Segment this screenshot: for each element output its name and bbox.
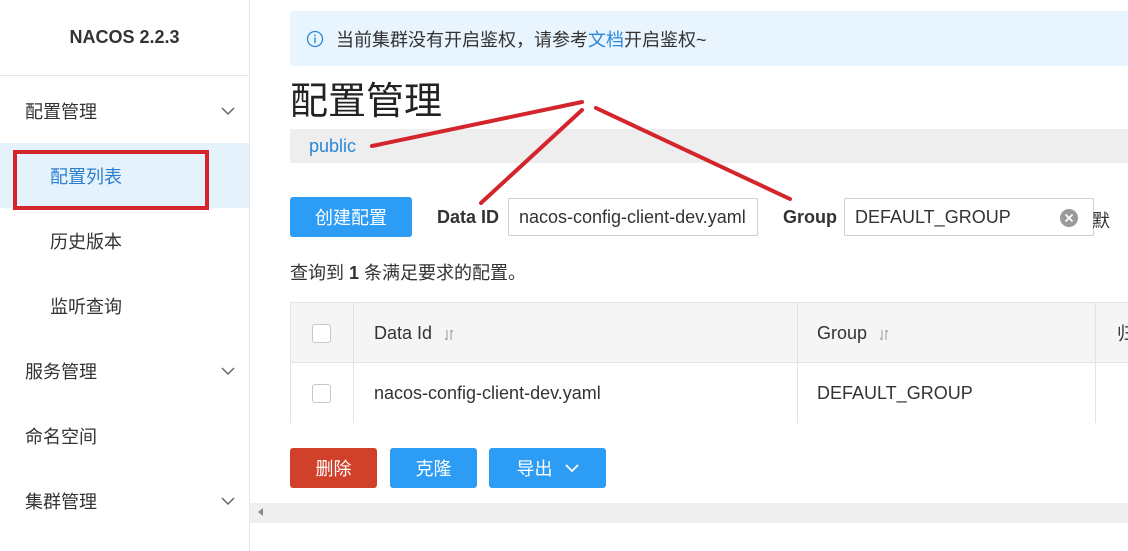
column-header-label: 归 bbox=[1117, 324, 1128, 344]
sort-icon[interactable] bbox=[879, 329, 889, 341]
clear-icon[interactable] bbox=[1059, 208, 1079, 228]
menu-service-management-label: 服务管理 bbox=[25, 361, 97, 382]
table-row[interactable]: nacos-config-client-dev.yaml DEFAULT_GRO… bbox=[291, 363, 1128, 423]
menu-service-management[interactable]: 服务管理 bbox=[0, 338, 249, 403]
result-prefix: 查询到 bbox=[290, 263, 344, 283]
scroll-left-arrow-icon[interactable] bbox=[258, 508, 263, 516]
cell-group: DEFAULT_GROUP bbox=[817, 382, 973, 403]
namespace-tab-public[interactable]: public bbox=[309, 136, 356, 157]
group-input[interactable]: DEFAULT_GROUP bbox=[844, 198, 1094, 236]
namespace-bar: public bbox=[290, 129, 1128, 163]
chevron-down-icon bbox=[221, 367, 235, 376]
column-header-group[interactable]: Group bbox=[817, 303, 889, 363]
column-divider bbox=[353, 303, 354, 423]
column-divider bbox=[797, 303, 798, 423]
group-input-value: DEFAULT_GROUP bbox=[855, 206, 1011, 227]
chevron-down-icon bbox=[221, 497, 235, 506]
column-header-label: Data Id bbox=[374, 322, 433, 343]
menu-cluster-management-label: 集群管理 bbox=[25, 491, 97, 512]
menu-namespace[interactable]: 命名空间 bbox=[0, 403, 249, 468]
sidebar-item-label: 历史版本 bbox=[50, 231, 122, 252]
docs-link[interactable]: 文档 bbox=[588, 26, 624, 52]
sidebar-item-history[interactable]: 历史版本 bbox=[0, 208, 249, 273]
chevron-down-icon bbox=[221, 107, 235, 116]
menu-config-management-label: 配置管理 bbox=[25, 101, 97, 122]
info-icon bbox=[306, 30, 324, 47]
table-header: Data Id Group 归 bbox=[291, 303, 1128, 363]
sidebar-item-label: 配置列表 bbox=[50, 166, 122, 187]
auth-notice: 当前集群没有开启鉴权，请参考 文档 开启鉴权~ bbox=[290, 11, 1128, 66]
config-table: Data Id Group 归 nacos-config-client-dev.… bbox=[290, 302, 1128, 423]
export-button-label: 导出 bbox=[516, 459, 553, 479]
dataid-input-value: nacos-config-client-dev.yaml bbox=[519, 206, 746, 227]
app-logo: NACOS 2.2.3 bbox=[0, 0, 249, 76]
dataid-input[interactable]: nacos-config-client-dev.yaml bbox=[508, 198, 758, 236]
row-checkbox[interactable] bbox=[312, 383, 331, 403]
select-all-checkbox[interactable] bbox=[312, 323, 331, 343]
result-suffix: 条满足要求的配置。 bbox=[364, 263, 527, 283]
menu-namespace-label: 命名空间 bbox=[25, 426, 97, 447]
sidebar: NACOS 2.2.3 配置管理 配置列表 历史版本 监听查询 服务管理 命名空… bbox=[0, 0, 250, 551]
create-config-button[interactable]: 创建配置 bbox=[290, 197, 412, 237]
cell-dataid: nacos-config-client-dev.yaml bbox=[374, 382, 601, 403]
sidebar-item-listener-query[interactable]: 监听查询 bbox=[0, 273, 249, 338]
select-all-cell bbox=[312, 303, 332, 363]
column-divider bbox=[1095, 303, 1096, 423]
row-select-cell bbox=[312, 363, 332, 423]
sidebar-item-config-list[interactable]: 配置列表 bbox=[0, 143, 249, 208]
menu-cluster-management[interactable]: 集群管理 bbox=[0, 468, 249, 533]
column-header-label: Group bbox=[817, 322, 868, 343]
delete-button[interactable]: 删除 bbox=[290, 448, 377, 488]
column-header-dataid[interactable]: Data Id bbox=[374, 303, 454, 363]
chevron-down-icon bbox=[564, 464, 579, 473]
notice-text: 当前集群没有开启鉴权，请参考 bbox=[336, 29, 588, 50]
notice-text-suffix: 开启鉴权~ bbox=[624, 29, 707, 50]
clone-button[interactable]: 克隆 bbox=[390, 448, 477, 488]
main-content: 当前集群没有开启鉴权，请参考 文档 开启鉴权~ 配置管理 public 创建配置 D… bbox=[250, 0, 1128, 551]
truncated-label: 默 bbox=[1092, 211, 1110, 231]
page-title: 配置管理 bbox=[290, 81, 443, 123]
sort-icon[interactable] bbox=[444, 329, 454, 341]
horizontal-scrollbar[interactable] bbox=[250, 503, 1128, 523]
result-number: 1 bbox=[349, 263, 360, 283]
sidebar-item-label: 监听查询 bbox=[50, 296, 122, 317]
export-button[interactable]: 导出 bbox=[489, 448, 606, 488]
menu-config-management[interactable]: 配置管理 bbox=[0, 78, 249, 143]
result-count: 查询到 1 条满足要求的配置。 bbox=[290, 259, 526, 285]
column-header-belongs: 归 bbox=[1117, 303, 1128, 363]
group-label: Group bbox=[783, 207, 837, 227]
dataid-label: Data ID bbox=[437, 207, 500, 227]
